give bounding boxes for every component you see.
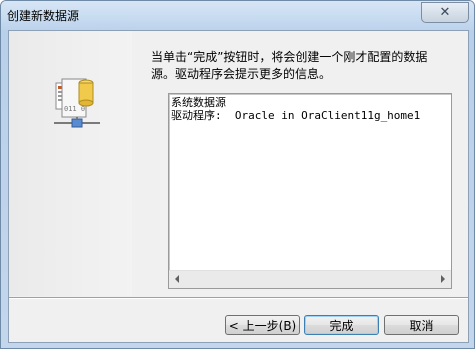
dialog-body: 011 0 当单击“完成”按钮时，将会创建一个刚才配置的数据源。驱动程序会提示更…	[8, 30, 469, 343]
window-title: 创建新数据源	[7, 9, 80, 23]
finish-button[interactable]: 完成	[304, 315, 379, 335]
close-icon: ✕	[439, 5, 451, 20]
info-line-source-type: 系统数据源	[171, 96, 226, 109]
scroll-right-icon[interactable]	[441, 275, 445, 283]
separator-line	[9, 297, 468, 299]
data-source-info-box[interactable]: 系统数据源 驱动程序: Oracle in OraClient11g_home1	[168, 93, 452, 289]
database-source-icon: 011 0	[52, 75, 102, 135]
horizontal-scrollbar[interactable]	[169, 270, 451, 288]
info-line-driver: 驱动程序: Oracle in OraClient11g_home1	[171, 109, 421, 122]
back-button[interactable]: < 上一步(B)	[225, 315, 300, 335]
wizard-image-panel: 011 0	[9, 31, 132, 296]
cancel-button[interactable]: 取消	[384, 315, 459, 335]
info-text: 系统数据源 驱动程序: Oracle in OraClient11g_home1	[171, 96, 447, 122]
instruction-text: 当单击“完成”按钮时，将会创建一个刚才配置的数据源。驱动程序会提示更多的信息。	[151, 50, 428, 81]
svg-text:011 0: 011 0	[64, 105, 85, 113]
create-data-source-dialog: 创建新数据源 ✕ 011 0 当单击“完成”按钮时，将会创建一个刚才配置的数据源…	[0, 0, 475, 349]
scroll-left-icon[interactable]	[175, 275, 179, 283]
close-button[interactable]: ✕	[421, 2, 469, 23]
title-bar: 创建新数据源 ✕	[1, 1, 474, 30]
